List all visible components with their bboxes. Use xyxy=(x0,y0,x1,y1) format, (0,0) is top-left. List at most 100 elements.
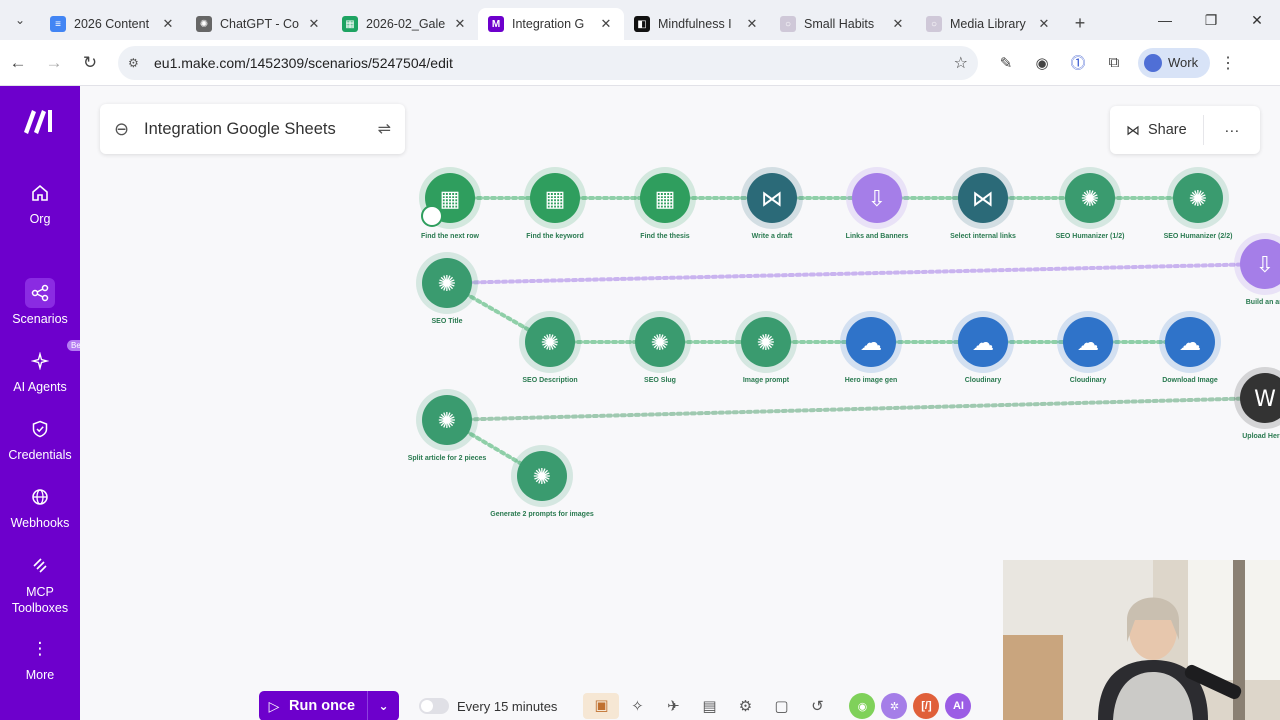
run-once-label: Run once xyxy=(289,698,356,714)
reload-icon[interactable]: ↻ xyxy=(72,53,108,73)
tab-close-icon[interactable]: ✕ xyxy=(598,16,614,32)
share-label: Share xyxy=(1148,122,1187,138)
browser-tab-bar: ⌄ ≡ 2026 Content ✕ ✺ ChatGPT - Co ✕ ▦ 2026-02_G… xyxy=(0,0,1280,40)
app-shortcut-icon[interactable]: ◉ xyxy=(849,693,876,719)
new-tab-button[interactable]: + xyxy=(1062,13,1098,34)
make-sidebar: Org Scenarios Beta AI Agents Credentials… xyxy=(0,86,92,720)
module-label: Hero image gen xyxy=(844,377,898,384)
bookmark-star-icon[interactable]: ☆ xyxy=(954,53,968,73)
browser-tab[interactable]: ○ Small Habits ✕ xyxy=(770,8,916,40)
module-node[interactable]: ✺ xyxy=(416,389,478,451)
module-node[interactable]: ▦ xyxy=(634,167,696,229)
sidebar-item-org[interactable]: Org xyxy=(0,178,80,226)
share-button[interactable]: ⋈ Share xyxy=(1110,115,1204,145)
browser-tab[interactable]: M Integration G ✕ xyxy=(478,8,624,40)
scenario-settings-icon[interactable]: ⇌ xyxy=(378,119,391,139)
pen-icon[interactable]: ✎ xyxy=(988,54,1024,72)
openai-module-icon: ✺ xyxy=(651,331,669,356)
blue-module-icon: ☁ xyxy=(1179,331,1201,356)
profile-label: Work xyxy=(1168,55,1199,70)
forward-icon[interactable]: → xyxy=(36,53,72,73)
share-icon: ⋈ xyxy=(1126,121,1140,138)
module-node[interactable]: ▦ xyxy=(524,167,586,229)
module-node[interactable]: ✺ xyxy=(416,252,478,314)
blue-module-icon: ☁ xyxy=(972,331,994,356)
browser-tab[interactable]: ▦ 2026-02_Gale ✕ xyxy=(332,8,478,40)
browser-tab[interactable]: ○ Media Library ✕ xyxy=(916,8,1062,40)
more-vertical-icon: ⋮ xyxy=(31,639,49,658)
connector-line[interactable] xyxy=(445,396,1267,422)
scenario-title[interactable]: Integration Google Sheets xyxy=(144,120,378,139)
password-manager-icon[interactable]: ⓵ xyxy=(1060,52,1096,73)
module-node[interactable]: ✺ xyxy=(519,311,581,373)
site-info-icon[interactable]: ⚙ xyxy=(128,56,148,70)
module-node[interactable]: ✺ xyxy=(511,445,573,507)
back-icon[interactable]: ← xyxy=(0,53,36,73)
run-once-button[interactable]: ▷ Run once ⌄ xyxy=(259,691,399,720)
module-node[interactable]: ✺ xyxy=(1059,167,1121,229)
app-shortcut-icon[interactable]: ✲ xyxy=(881,693,908,719)
app-shortcut-icon[interactable]: AI xyxy=(945,693,972,719)
module-node[interactable]: W xyxy=(1234,367,1280,429)
module-node[interactable]: ☁ xyxy=(1159,311,1221,373)
tab-close-icon[interactable]: ✕ xyxy=(1036,16,1052,32)
schedule-toggle[interactable] xyxy=(419,698,449,714)
sidebar-item-more[interactable]: ⋮ More xyxy=(0,634,80,682)
profile-button[interactable]: Work xyxy=(1138,47,1211,78)
tab-close-icon[interactable]: ✕ xyxy=(890,16,906,32)
sidebar-item-mcp-toolboxes[interactable]: MCP Toolboxes xyxy=(0,550,80,616)
module-node[interactable]: ⇩ xyxy=(846,167,908,229)
gear-icon[interactable]: ⚙ xyxy=(727,697,763,715)
schedule-control[interactable]: Every 15 minutes xyxy=(419,698,557,714)
module-node[interactable]: ⇩ xyxy=(1234,233,1280,295)
module-label: Upload Hero I xyxy=(1242,433,1280,440)
magic-wand-icon[interactable]: ✧ xyxy=(619,697,655,715)
module-node[interactable]: ⋈ xyxy=(741,167,803,229)
address-bar[interactable]: ⚙ eu1.make.com/1452309/scenarios/5247504… xyxy=(118,45,978,80)
tab-close-icon[interactable]: ✕ xyxy=(306,16,322,32)
sidebar-item-webhooks[interactable]: Webhooks xyxy=(0,482,80,530)
camera-icon[interactable]: ◉ xyxy=(1024,54,1060,72)
extensions-icon[interactable]: ⧉ xyxy=(1096,54,1132,71)
browser-tab[interactable]: ≡ 2026 Content ✕ xyxy=(40,8,186,40)
openai-module-icon: ✺ xyxy=(757,331,775,356)
module-node[interactable]: ☁ xyxy=(840,311,902,373)
sidebar-item-ai-agents[interactable]: Beta AI Agents xyxy=(0,340,92,394)
module-node[interactable]: ✺ xyxy=(629,311,691,373)
run-options-chevron-icon[interactable]: ⌄ xyxy=(367,691,399,720)
close-window-icon[interactable]: ✕ xyxy=(1234,0,1280,40)
module-node[interactable]: ✺ xyxy=(1167,167,1229,229)
sidebar-item-scenarios[interactable]: Scenarios xyxy=(0,278,80,326)
save-icon[interactable]: ▣ xyxy=(583,693,620,719)
module-node[interactable]: ☁ xyxy=(1057,311,1119,373)
make-logo-icon[interactable] xyxy=(22,108,58,134)
module-label: Links and Banners xyxy=(845,233,909,240)
tab-close-icon[interactable]: ✕ xyxy=(452,16,468,32)
module-label: Cloudinary xyxy=(964,377,1002,384)
sidebar-item-credentials[interactable]: Credentials xyxy=(0,414,80,462)
plane-icon[interactable]: ✈ xyxy=(655,697,691,715)
restore-icon[interactable]: ❐ xyxy=(1188,0,1234,40)
browser-tab[interactable]: ◧ Mindfulness I ✕ xyxy=(624,8,770,40)
module-node[interactable]: ☁ xyxy=(952,311,1014,373)
blue-module-icon: ☁ xyxy=(860,331,882,356)
history-icon[interactable]: ↺ xyxy=(799,697,835,715)
more-options-button[interactable]: ··· xyxy=(1204,122,1260,139)
browser-menu-icon[interactable]: ⋮ xyxy=(1210,53,1246,73)
sidebar-item-label: Scenarios xyxy=(12,312,68,326)
module-node[interactable]: ✺ xyxy=(735,311,797,373)
tab-close-icon[interactable]: ✕ xyxy=(744,16,760,32)
module-node[interactable]: ⋈ xyxy=(952,167,1014,229)
module-label: Find the next row xyxy=(421,233,479,240)
connector-line[interactable] xyxy=(445,262,1267,285)
app-shortcut-icon[interactable]: [/] xyxy=(913,693,940,719)
browser-tab[interactable]: ✺ ChatGPT - Co ✕ xyxy=(186,8,332,40)
notes-icon[interactable]: ▢ xyxy=(763,697,799,715)
tab-search-chevron-icon[interactable]: ⌄ xyxy=(0,0,40,40)
back-arrow-icon[interactable]: ⊖ xyxy=(114,119,144,140)
schedule-clock-icon[interactable] xyxy=(421,205,443,227)
module-label: Find the thesis xyxy=(640,233,690,240)
minimize-icon[interactable]: — xyxy=(1142,0,1188,40)
layout-icon[interactable]: ▤ xyxy=(691,697,727,715)
tab-close-icon[interactable]: ✕ xyxy=(160,16,176,32)
